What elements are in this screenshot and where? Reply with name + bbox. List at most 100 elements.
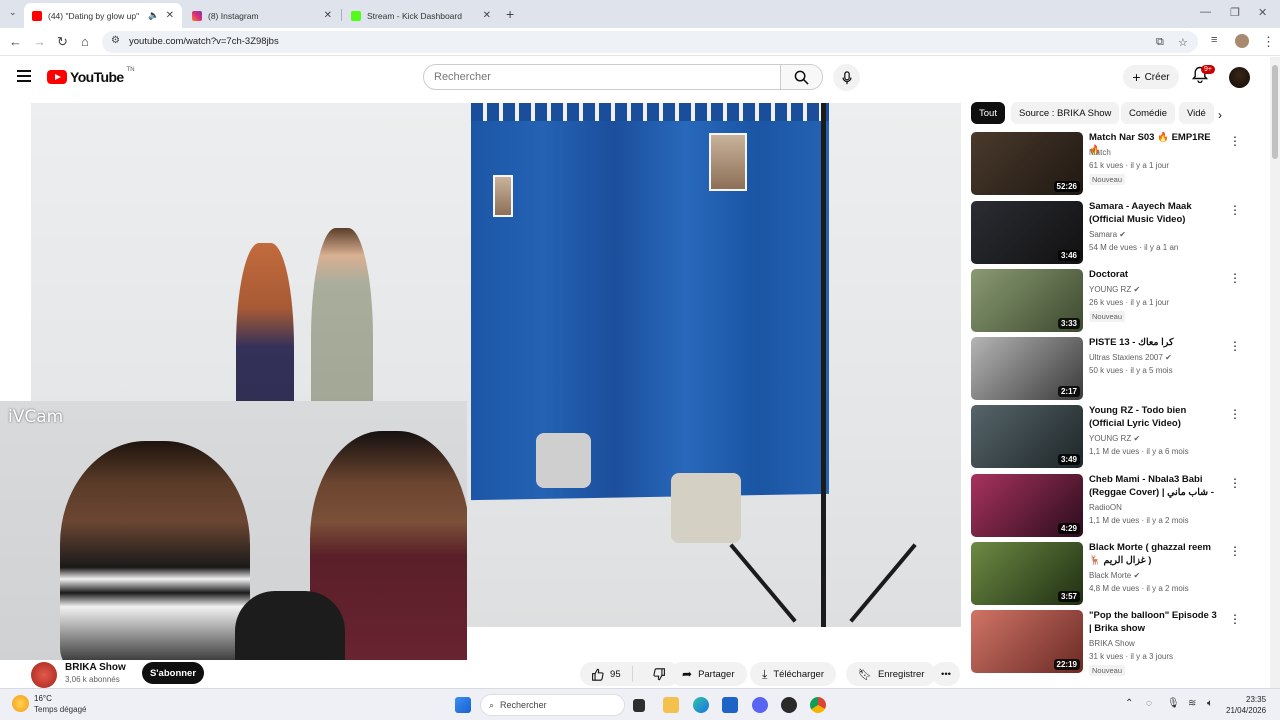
reload-icon[interactable]: ↻ bbox=[57, 34, 68, 50]
subscribe-button[interactable]: S'abonner bbox=[142, 662, 204, 684]
tab-instagram[interactable]: (8) Instagram ✕ bbox=[184, 3, 340, 28]
discord-icon[interactable] bbox=[752, 697, 768, 713]
chrome-icon[interactable] bbox=[810, 697, 826, 713]
edge-browser-icon[interactable] bbox=[693, 697, 709, 713]
more-vertical-icon[interactable]: ⋮ bbox=[1229, 612, 1241, 626]
video-thumbnail[interactable]: 3:46 bbox=[971, 201, 1083, 264]
more-vertical-icon[interactable]: ⋮ bbox=[1229, 134, 1241, 148]
page-scrollbar[interactable] bbox=[1270, 57, 1280, 688]
install-app-icon[interactable]: ⧉ bbox=[1156, 36, 1164, 49]
video-thumbnail[interactable]: 3:57 bbox=[971, 542, 1083, 605]
reading-list-icon[interactable]: ≡ bbox=[1211, 34, 1217, 46]
volume-icon[interactable]: 🔈︎ bbox=[1207, 698, 1213, 709]
recommendation-item[interactable]: 52:26 Match Nar S03 🔥 EMP1RE 🔥 Match 61 … bbox=[971, 132, 1246, 196]
tab-youtube[interactable]: (44) "Dating by glow up" Ep 🔈 ✕ bbox=[24, 3, 182, 28]
chip-comedy[interactable]: Comédie bbox=[1121, 102, 1176, 124]
speaker-icon[interactable]: 🔈 bbox=[148, 10, 159, 21]
menu-icon[interactable] bbox=[17, 70, 31, 82]
task-view-icon[interactable] bbox=[633, 699, 645, 712]
account-avatar[interactable] bbox=[1229, 67, 1250, 88]
file-explorer-icon[interactable] bbox=[663, 697, 679, 713]
more-vertical-icon[interactable]: ⋮ bbox=[1229, 203, 1241, 217]
tray-chevron-icon[interactable]: ⌃ bbox=[1125, 698, 1133, 709]
recommendation-title[interactable]: Black Morte ( ghazzal reem 🦌 غزال الريم … bbox=[1089, 542, 1219, 567]
more-vertical-icon[interactable]: ⋮ bbox=[1229, 544, 1241, 558]
forward-icon[interactable]: → bbox=[33, 34, 46, 49]
create-button[interactable]: + Créer bbox=[1123, 65, 1179, 89]
taskbar-search[interactable]: ⌕ Rechercher bbox=[480, 694, 625, 716]
recommendation-channel[interactable]: Samara ✔ bbox=[1089, 230, 1126, 239]
chip-videos[interactable]: Vidé bbox=[1179, 102, 1214, 124]
close-tab-icon[interactable]: ✕ bbox=[483, 10, 491, 21]
recommendation-channel[interactable]: YOUNG RZ ✔ bbox=[1089, 434, 1140, 443]
download-button[interactable]: ⤓ Télécharger bbox=[750, 662, 837, 686]
url-field[interactable]: ⚙ youtube.com/watch?v=7ch-3Z98jbs ⧉ ☆ bbox=[102, 31, 1198, 53]
youtube-logo[interactable]: YouTube TN bbox=[47, 67, 135, 85]
recommendation-channel[interactable]: RadioON bbox=[1089, 503, 1122, 512]
recommendation-item[interactable]: 3:49 Young RZ - Todo bien (Official Lyri… bbox=[971, 405, 1246, 469]
microsoft-store-icon[interactable] bbox=[722, 697, 738, 713]
scrollbar-thumb[interactable] bbox=[1272, 65, 1278, 159]
recommendation-channel[interactable]: Black Morte ✔ bbox=[1089, 571, 1140, 580]
more-vertical-icon[interactable]: ⋮ bbox=[1229, 271, 1241, 285]
recommendation-item[interactable]: 3:33 Doctorat YOUNG RZ ✔ 26 k vues · il … bbox=[971, 269, 1246, 333]
recommendation-channel[interactable]: Match bbox=[1089, 148, 1111, 157]
channel-name[interactable]: BRIKA Show bbox=[65, 662, 126, 673]
minimize-icon[interactable]: — bbox=[1200, 6, 1211, 18]
video-thumbnail[interactable]: 52:26 bbox=[971, 132, 1083, 195]
new-tab-button[interactable]: + bbox=[506, 6, 514, 22]
system-clock[interactable]: 23:35 21/04/2026 bbox=[1226, 694, 1266, 716]
obs-icon[interactable] bbox=[781, 697, 797, 713]
browser-menu-icon[interactable]: ⋮ bbox=[1262, 34, 1275, 50]
recommendation-title[interactable]: PISTE 13 - كرا معاك bbox=[1089, 337, 1219, 350]
more-actions-button[interactable]: ••• bbox=[932, 662, 960, 686]
chip-source[interactable]: Source : BRIKA Show bbox=[1011, 102, 1120, 124]
more-vertical-icon[interactable]: ⋮ bbox=[1229, 476, 1241, 490]
channel-avatar[interactable] bbox=[31, 662, 57, 688]
start-menu-icon[interactable] bbox=[455, 697, 471, 713]
weather-sun-icon[interactable] bbox=[12, 695, 29, 712]
recommendation-item[interactable]: 4:29 Cheb Mami - Nbala3 Babi (Reggae Cov… bbox=[971, 474, 1246, 538]
chip-all[interactable]: Tout bbox=[971, 102, 1005, 124]
video-thumbnail[interactable]: 3:49 bbox=[971, 405, 1083, 468]
restore-icon[interactable]: ❐ bbox=[1230, 6, 1240, 19]
microphone-icon[interactable]: 🎙︎ bbox=[1167, 698, 1180, 709]
search-button[interactable] bbox=[780, 65, 822, 89]
search-input[interactable]: Rechercher bbox=[424, 65, 781, 89]
wifi-icon[interactable]: ≋ bbox=[1188, 698, 1196, 709]
video-thumbnail[interactable]: 3:33 bbox=[971, 269, 1083, 332]
recommendation-title[interactable]: "Pop the balloon" Episode 3 | Brika show bbox=[1089, 610, 1219, 635]
recommendation-item[interactable]: 22:19 "Pop the balloon" Episode 3 | Brik… bbox=[971, 610, 1246, 676]
recommendation-title[interactable]: Doctorat bbox=[1089, 269, 1219, 282]
tray-app-icon[interactable]: ◌ bbox=[1146, 698, 1152, 709]
recommendation-item[interactable]: 3:57 Black Morte ( ghazzal reem 🦌 غزال ا… bbox=[971, 542, 1246, 606]
tab-search-icon[interactable]: ⌄ bbox=[9, 7, 17, 18]
recommendation-channel[interactable]: BRIKA Show bbox=[1089, 639, 1135, 648]
more-vertical-icon[interactable]: ⋮ bbox=[1229, 339, 1241, 353]
close-tab-icon[interactable]: ✕ bbox=[166, 10, 174, 21]
home-icon[interactable]: ⌂ bbox=[81, 34, 89, 49]
save-button[interactable]: 🔖︎ Enregistrer bbox=[846, 662, 937, 686]
tab-kick[interactable]: Stream - Kick Dashboard ✕ bbox=[343, 3, 499, 28]
recommendation-item[interactable]: 3:46 Samara - Aayech Maak (Official Musi… bbox=[971, 201, 1246, 265]
recommendation-title[interactable]: Samara - Aayech Maak (Official Music Vid… bbox=[1089, 201, 1219, 226]
close-tab-icon[interactable]: ✕ bbox=[324, 10, 332, 21]
back-icon[interactable]: ← bbox=[9, 34, 22, 49]
recommendation-title[interactable]: Cheb Mami - Nbala3 Babi (Reggae Cover) |… bbox=[1089, 474, 1219, 499]
more-vertical-icon[interactable]: ⋮ bbox=[1229, 407, 1241, 421]
site-info-icon[interactable]: ⚙ bbox=[111, 35, 120, 46]
recommendation-item[interactable]: 2:17 PISTE 13 - كرا معاك Ultras Staxiens… bbox=[971, 337, 1246, 401]
share-button[interactable]: ➦ Partager bbox=[670, 662, 747, 686]
bookmark-star-icon[interactable]: ☆ bbox=[1178, 36, 1188, 49]
video-thumbnail[interactable]: 4:29 bbox=[971, 474, 1083, 537]
recommendation-channel[interactable]: YOUNG RZ ✔ bbox=[1089, 285, 1140, 294]
like-button[interactable]: 95 bbox=[580, 666, 633, 682]
voice-search-button[interactable] bbox=[833, 64, 860, 91]
video-thumbnail[interactable]: 22:19 bbox=[971, 610, 1083, 673]
profile-avatar[interactable] bbox=[1235, 34, 1249, 48]
chevron-right-icon[interactable]: › bbox=[1218, 108, 1222, 122]
recommendation-title[interactable]: Young RZ - Todo bien (Official Lyric Vid… bbox=[1089, 405, 1219, 430]
video-thumbnail[interactable]: 2:17 bbox=[971, 337, 1083, 400]
close-window-icon[interactable]: ✕ bbox=[1258, 6, 1267, 19]
recommendation-channel[interactable]: Ultras Staxiens 2007 ✔ bbox=[1089, 353, 1172, 362]
